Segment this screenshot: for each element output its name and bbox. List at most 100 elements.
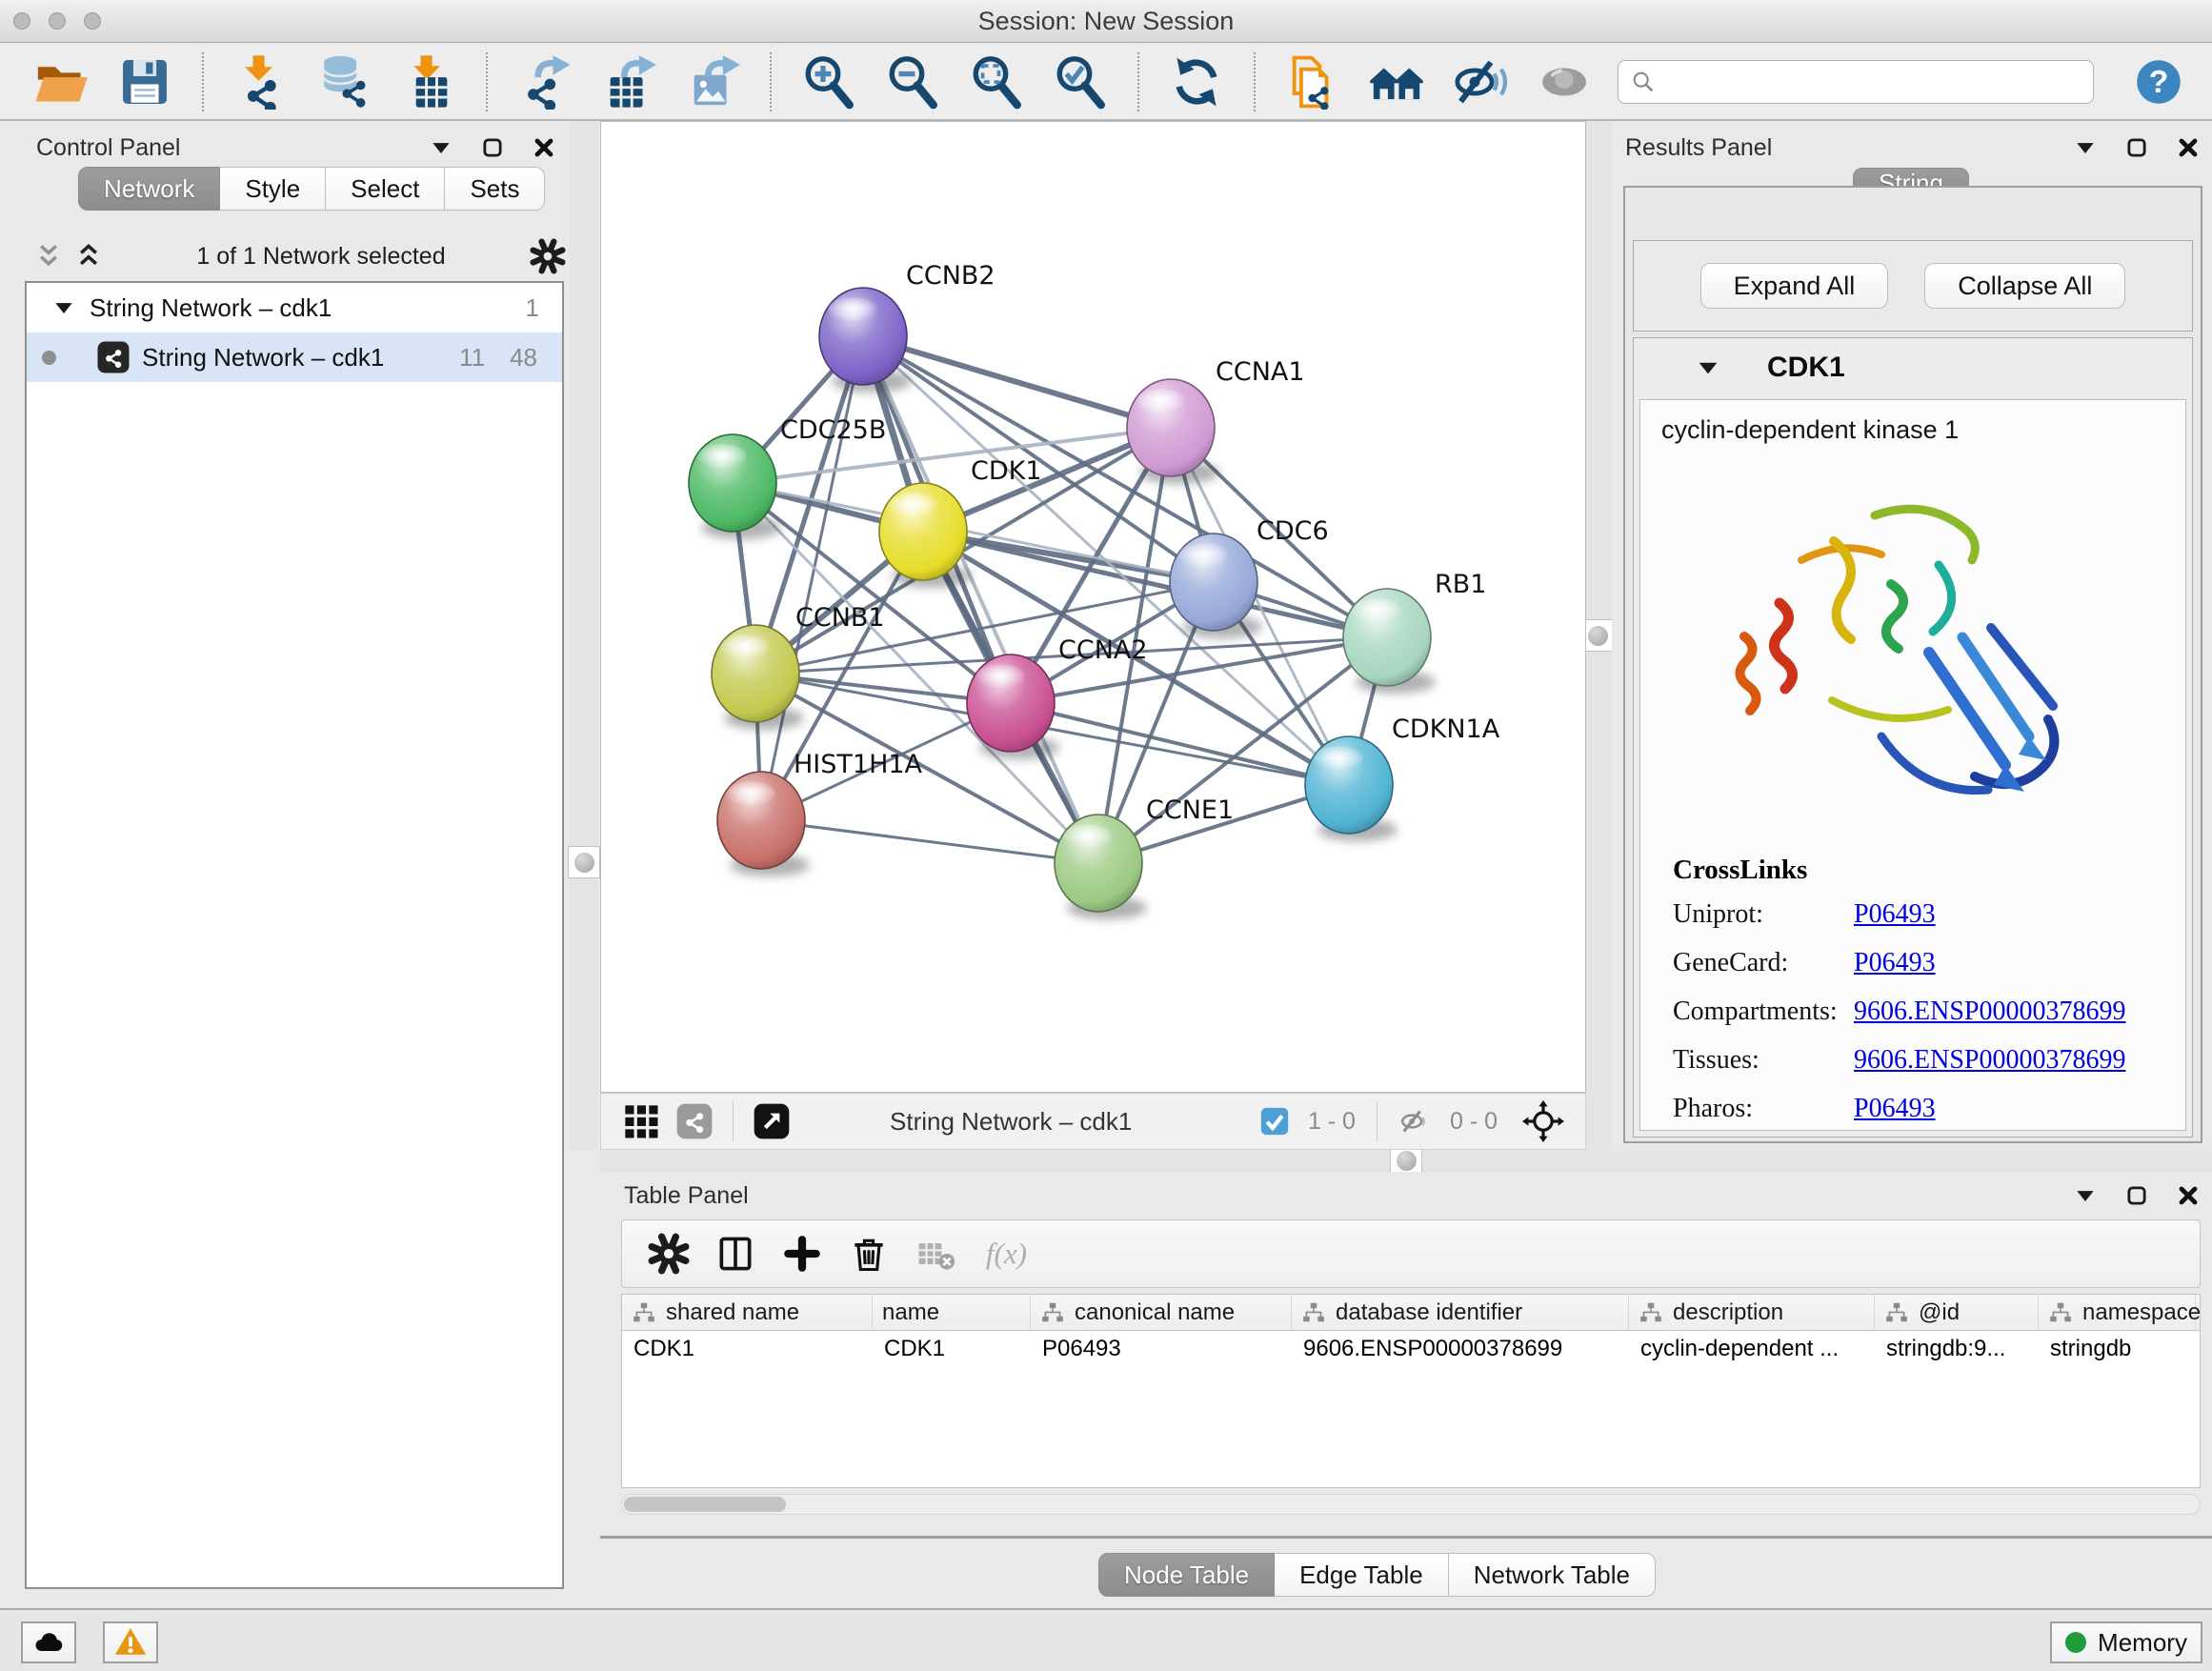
zoom-in-icon[interactable] [801,54,856,110]
zoom-fit-icon[interactable] [969,54,1024,110]
crosslink-value-link[interactable]: P06493 [1854,899,1936,930]
warnings-button[interactable] [103,1621,158,1663]
network-thumbnail-icon[interactable] [675,1102,714,1140]
detach-view-icon[interactable] [753,1102,791,1140]
column-header-name[interactable]: name [873,1295,1031,1330]
collapse-all-networks-icon[interactable] [32,240,65,272]
left-splitter[interactable] [570,121,598,1150]
refresh-view-icon[interactable] [1169,54,1224,110]
edge-CCNB2-CCNE1[interactable] [863,336,1098,863]
network-canvas[interactable]: CCNB2 CCNA1 CDC25B CDK1 CDC6 RB1 [600,121,1586,1093]
export-image-icon[interactable] [685,54,740,110]
crosslink-value-link[interactable]: P06493 [1854,948,1936,978]
memory-button[interactable]: Memory [2050,1621,2202,1663]
column-header-@id[interactable]: @id [1875,1295,2039,1330]
control-panel-float-button[interactable] [480,135,505,160]
node-CDKN1A[interactable]: CDKN1A [1297,715,1499,834]
import-network-icon[interactable] [233,54,289,110]
open-folder-icon[interactable] [33,54,89,110]
crosslink-value-link[interactable]: 9606.ENSP00000378699 [1854,1045,2125,1076]
table-cell[interactable]: CDK1 [873,1331,1031,1367]
table-cell[interactable]: CDK1 [622,1331,873,1367]
crosslink-value-link[interactable]: P06493 [1854,1094,1936,1124]
column-header-description[interactable]: description [1629,1295,1875,1330]
crosslink-value-link[interactable]: 9606.ENSP00000378699 [1854,997,2125,1027]
column-header-database-identifier[interactable]: database identifier [1292,1295,1629,1330]
table-panel-close-button[interactable] [2176,1183,2201,1208]
column-header-namespace[interactable]: namespace [2039,1295,2196,1330]
node-CDC6[interactable]: CDC6 [1169,516,1329,631]
column-header-canonical-name[interactable]: canonical name [1031,1295,1292,1330]
export-network-icon[interactable] [517,54,573,110]
table-row[interactable]: CDK1CDK1P064939606.ENSP00000378699cyclin… [622,1331,2200,1367]
tab-node-table[interactable]: Node Table [1098,1553,1275,1597]
collapse-all-button[interactable]: Collapse All [1924,263,2125,309]
fit-selected-crosshair-icon[interactable] [1522,1100,1564,1142]
expand-all-button[interactable]: Expand All [1700,263,1889,309]
show-hidden-icon[interactable] [1537,54,1592,110]
tab-style[interactable]: Style [220,167,326,211]
node-CCNA1[interactable]: CCNA1 [1127,357,1305,476]
hide-selected-icon[interactable] [1453,54,1508,110]
import-table-icon[interactable] [401,54,456,110]
node-CCNE1[interactable]: CCNE1 [1055,795,1234,912]
entry-collapse-triangle-icon[interactable] [1695,354,1721,381]
create-column-plus-icon[interactable] [781,1233,823,1275]
results-panel-menu-button[interactable] [2073,135,2098,160]
entry-header-cdk1[interactable]: CDK1 [1634,338,2192,397]
bottom-splitter[interactable] [600,1150,2212,1172]
network-collection-row[interactable]: String Network – cdk1 1 [27,283,562,332]
edge-CCNB2-HIST1H1A[interactable] [761,336,863,820]
network-options-gear-icon[interactable] [530,238,566,274]
cloud-status-button[interactable] [21,1621,76,1663]
network-graph[interactable]: CCNB2 CCNA1 CDC25B CDK1 CDC6 RB1 [601,122,1585,1092]
search-input[interactable] [1664,63,2081,101]
tab-sets[interactable]: Sets [445,167,545,211]
collapse-triangle-icon[interactable] [51,295,76,320]
zoom-selected-icon[interactable] [1053,54,1108,110]
node-label-CCNA2: CCNA2 [1058,635,1148,665]
import-database-icon[interactable] [317,54,372,110]
right-splitter[interactable] [1583,121,1612,1150]
selected-checkbox-icon[interactable] [1258,1105,1291,1137]
table-cell[interactable]: stringdb [2039,1331,2196,1367]
node-CCNB1[interactable]: CCNB1 [712,603,885,722]
table-horizontal-scrollbar[interactable] [621,1494,2201,1515]
control-panel-menu-button[interactable] [429,135,453,160]
table-cell[interactable]: stringdb:9... [1875,1331,2039,1367]
table-panel-menu-button[interactable] [2073,1183,2098,1208]
tab-network[interactable]: Network [78,167,220,211]
table-cell[interactable]: 9606.ENSP00000378699 [1292,1331,1629,1367]
edge-CDK1-RB1[interactable] [923,532,1387,637]
tab-network-table[interactable]: Network Table [1449,1553,1656,1597]
scrollbar-thumb[interactable] [624,1497,786,1512]
export-table-icon[interactable] [601,54,656,110]
tab-edge-table[interactable]: Edge Table [1275,1553,1449,1597]
edge-HIST1H1A-CCNE1[interactable] [761,820,1098,863]
node-RB1[interactable]: RB1 [1343,570,1486,686]
grid-view-icon[interactable] [622,1102,660,1140]
first-neighbors-icon[interactable] [1369,54,1424,110]
table-panel-float-button[interactable] [2124,1183,2149,1208]
results-panel-close-button[interactable] [2176,135,2201,160]
node-HIST1H1A[interactable]: HIST1H1A [717,750,923,869]
table-cell[interactable]: P06493 [1031,1331,1292,1367]
delete-column-trash-icon[interactable] [848,1233,890,1275]
right-splitter-handle[interactable] [1581,619,1614,652]
network-row-selected[interactable]: String Network – cdk1 11 48 [27,332,562,382]
entry-description: cyclin-dependent kinase 1 [1661,415,2185,445]
help-button[interactable]: ? [2134,57,2183,107]
table-settings-gear-icon[interactable] [648,1233,690,1275]
results-panel-float-button[interactable] [2124,135,2149,160]
expand-all-networks-icon[interactable] [72,240,105,272]
column-header-shared-name[interactable]: shared name [622,1295,873,1330]
save-session-icon[interactable] [117,54,172,110]
table-cell[interactable]: cyclin-dependent ... [1629,1331,1875,1367]
left-splitter-handle[interactable] [568,846,600,878]
clone-network-icon[interactable] [1285,54,1340,110]
column-visibility-icon[interactable] [714,1233,756,1275]
zoom-out-icon[interactable] [885,54,940,110]
tab-select[interactable]: Select [326,167,445,211]
edge-CCNA2-CDKN1A[interactable] [1011,703,1349,785]
control-panel-close-button[interactable] [532,135,556,160]
